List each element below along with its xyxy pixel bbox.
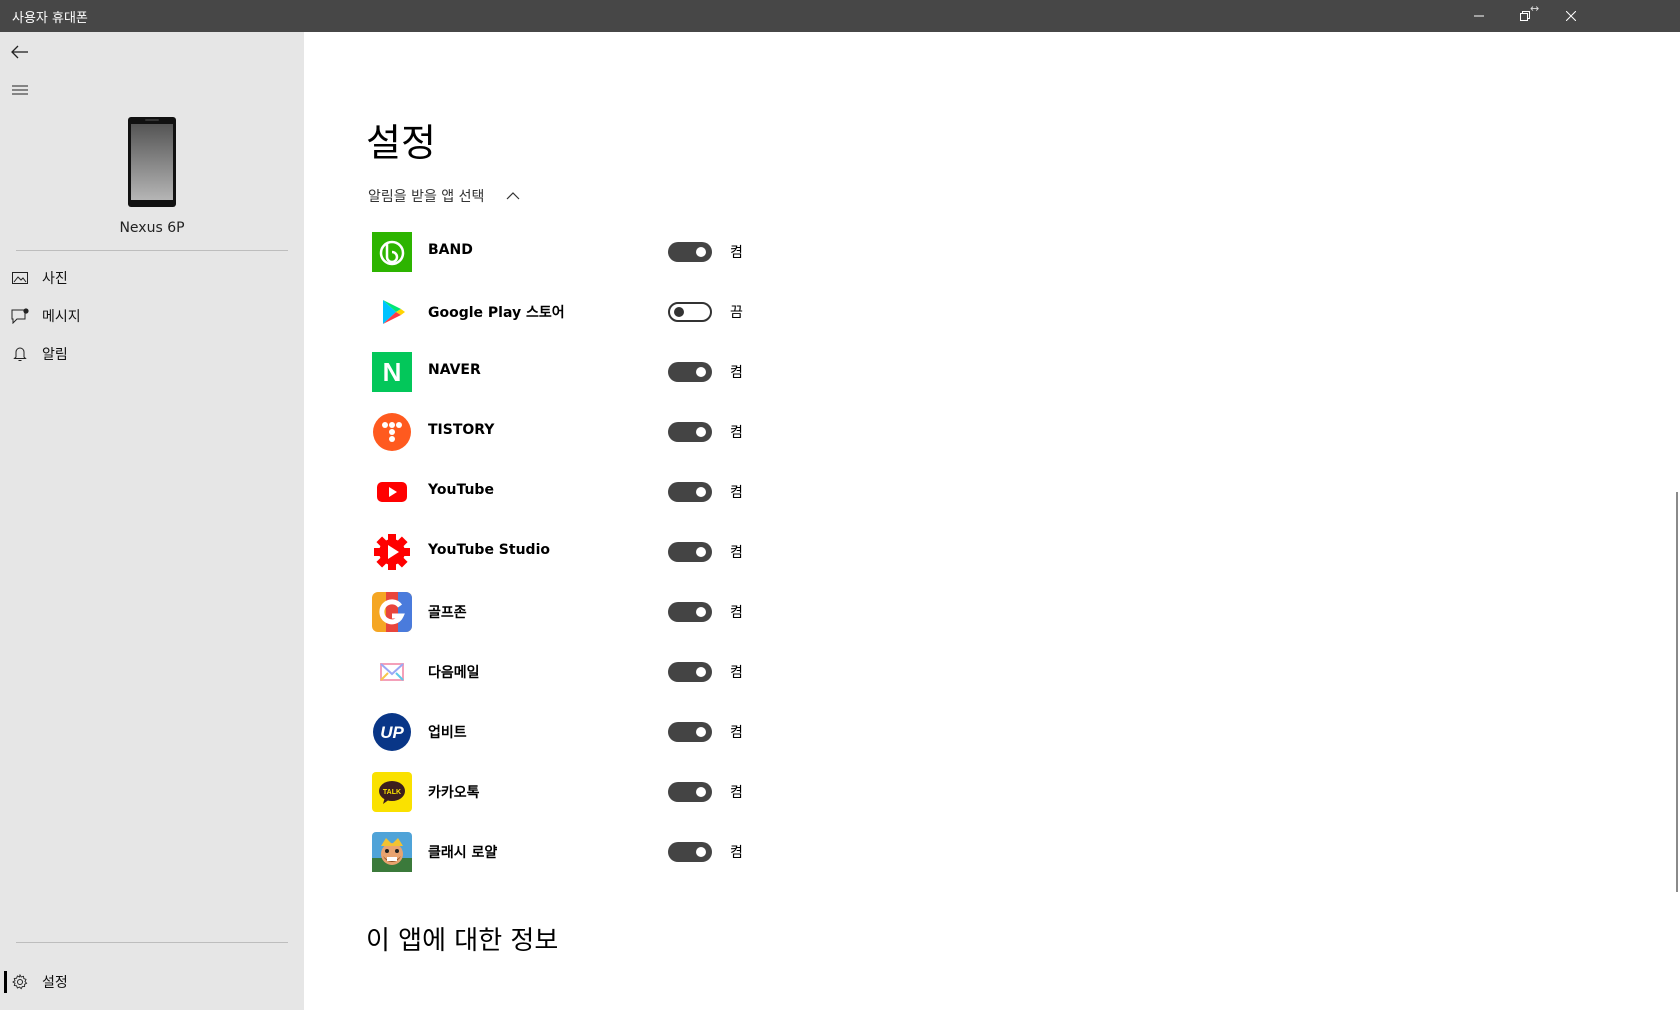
nav-item-photos[interactable]: 사진	[0, 258, 304, 298]
toggle-state-naver: 켬	[730, 365, 743, 381]
app-name-daum-mail: 다음메일	[428, 665, 480, 681]
close-button[interactable]	[1548, 0, 1594, 32]
toggle-state-youtube: 켬	[730, 485, 743, 501]
app-name-google-play: Google Play 스토어	[428, 305, 565, 321]
golfzon-icon	[372, 592, 412, 632]
clash-royale-icon	[372, 832, 412, 872]
toggle-google-play[interactable]	[668, 302, 712, 322]
nav-label-notifications: 알림	[42, 347, 68, 363]
toggle-golfzon[interactable]	[668, 602, 712, 622]
naver-icon: N	[372, 352, 412, 392]
app-row-google-play: Google Play 스토어 끔	[368, 290, 768, 334]
toggle-youtube-studio[interactable]	[668, 542, 712, 562]
photo-icon	[10, 268, 30, 288]
gear-icon	[10, 972, 30, 992]
app-row-daum-mail: 다음메일 켬	[368, 650, 768, 694]
toggle-tistory[interactable]	[668, 422, 712, 442]
about-section-title: 이 앱에 대한 정보	[366, 926, 559, 956]
close-icon	[1566, 11, 1576, 21]
message-icon	[10, 306, 30, 326]
app-row-golfzon: 골프존 켬	[368, 590, 768, 634]
app-selection-header[interactable]: 알림을 받을 앱 선택	[368, 184, 520, 208]
app-row-upbit: UP 업비트 켬	[368, 710, 768, 754]
nav-label-settings: 설정	[42, 975, 68, 991]
upbit-icon-text: UP	[380, 723, 404, 742]
menu-button[interactable]	[8, 78, 32, 102]
back-button[interactable]	[8, 40, 32, 64]
kakaotalk-icon-text: TALK	[383, 789, 401, 796]
sidebar-bottom-divider	[16, 942, 288, 943]
toggle-youtube[interactable]	[668, 482, 712, 502]
toggle-state-google-play: 끔	[730, 305, 743, 321]
toggle-kakaotalk[interactable]	[668, 782, 712, 802]
nav-label-photos: 사진	[42, 271, 68, 287]
youtube-studio-icon	[374, 534, 410, 570]
device-name: Nexus 6P	[119, 220, 185, 236]
toggle-state-band: 켬	[730, 245, 743, 261]
app-row-tistory: TISTORY 켬	[368, 410, 768, 454]
tistory-icon	[373, 413, 411, 451]
title-bar: 사용자 휴대폰 ↔	[0, 0, 1680, 32]
app-row-kakaotalk: TALK 카카오톡 켬	[368, 770, 768, 814]
nav-item-settings[interactable]: 설정	[0, 962, 304, 1002]
hamburger-icon	[12, 85, 28, 95]
minimize-button[interactable]	[1456, 0, 1502, 32]
app-row-youtube-studio: YouTube Studio 켬	[368, 530, 768, 574]
toggle-state-tistory: 켬	[730, 425, 743, 441]
app-row-youtube: YouTube 켬	[368, 470, 768, 514]
youtube-icon	[377, 482, 407, 502]
toggle-state-daum-mail: 켬	[730, 665, 743, 681]
app-name-kakaotalk: 카카오톡	[428, 785, 480, 801]
toggle-upbit[interactable]	[668, 722, 712, 742]
upbit-icon: UP	[373, 713, 411, 751]
app-row-naver: N NAVER 켬	[368, 350, 768, 394]
toggle-daum-mail[interactable]	[668, 662, 712, 682]
minimize-icon	[1474, 15, 1484, 17]
toggle-naver[interactable]	[668, 362, 712, 382]
window-title: 사용자 휴대폰	[12, 11, 88, 26]
app-name-band: BAND	[428, 242, 473, 258]
kakaotalk-icon: TALK	[372, 772, 412, 812]
restore-icon	[1520, 11, 1530, 21]
app-name-golfzon: 골프존	[428, 605, 467, 621]
app-name-youtube: YouTube	[428, 482, 494, 498]
app-name-youtube-studio: YouTube Studio	[428, 542, 550, 558]
toggle-clash-royale[interactable]	[668, 842, 712, 862]
google-play-icon	[383, 300, 405, 324]
toggle-state-clash-royale: 켬	[730, 845, 743, 861]
nav-label-messages: 메시지	[42, 309, 81, 325]
toggle-state-kakaotalk: 켬	[730, 785, 743, 801]
nav-item-notifications[interactable]: 알림	[0, 334, 304, 374]
restore-button[interactable]	[1502, 0, 1548, 32]
app-name-naver: NAVER	[428, 362, 481, 378]
main-content: 설정 알림을 받을 앱 선택 BAND 켬 Google Play 스토어 끔	[304, 32, 1680, 1010]
naver-icon-letter: N	[383, 357, 402, 387]
app-selection-label: 알림을 받을 앱 선택	[368, 189, 485, 205]
chevron-up-icon	[506, 192, 520, 200]
bell-icon	[10, 344, 30, 364]
app-name-clash-royale: 클래시 로얄	[428, 845, 498, 861]
toggle-band[interactable]	[668, 242, 712, 262]
daum-mail-icon	[380, 663, 404, 681]
toggle-state-golfzon: 켬	[730, 605, 743, 621]
phone-image	[128, 117, 176, 207]
page-title: 설정	[366, 121, 436, 165]
toggle-state-upbit: 켬	[730, 725, 743, 741]
sidebar-divider	[16, 250, 288, 251]
app-name-tistory: TISTORY	[428, 422, 495, 438]
band-icon	[372, 232, 412, 272]
sidebar: Nexus 6P 사진 메시지 알림 설정	[0, 32, 304, 1010]
toggle-state-youtube-studio: 켬	[730, 545, 743, 561]
back-arrow-icon	[11, 45, 28, 59]
nav-item-messages[interactable]: 메시지	[0, 296, 304, 336]
app-row-clash-royale: 클래시 로얄 켬	[368, 830, 768, 874]
scrollbar[interactable]	[1676, 492, 1678, 892]
app-row-band: BAND 켬	[368, 230, 768, 274]
app-name-upbit: 업비트	[428, 725, 467, 741]
